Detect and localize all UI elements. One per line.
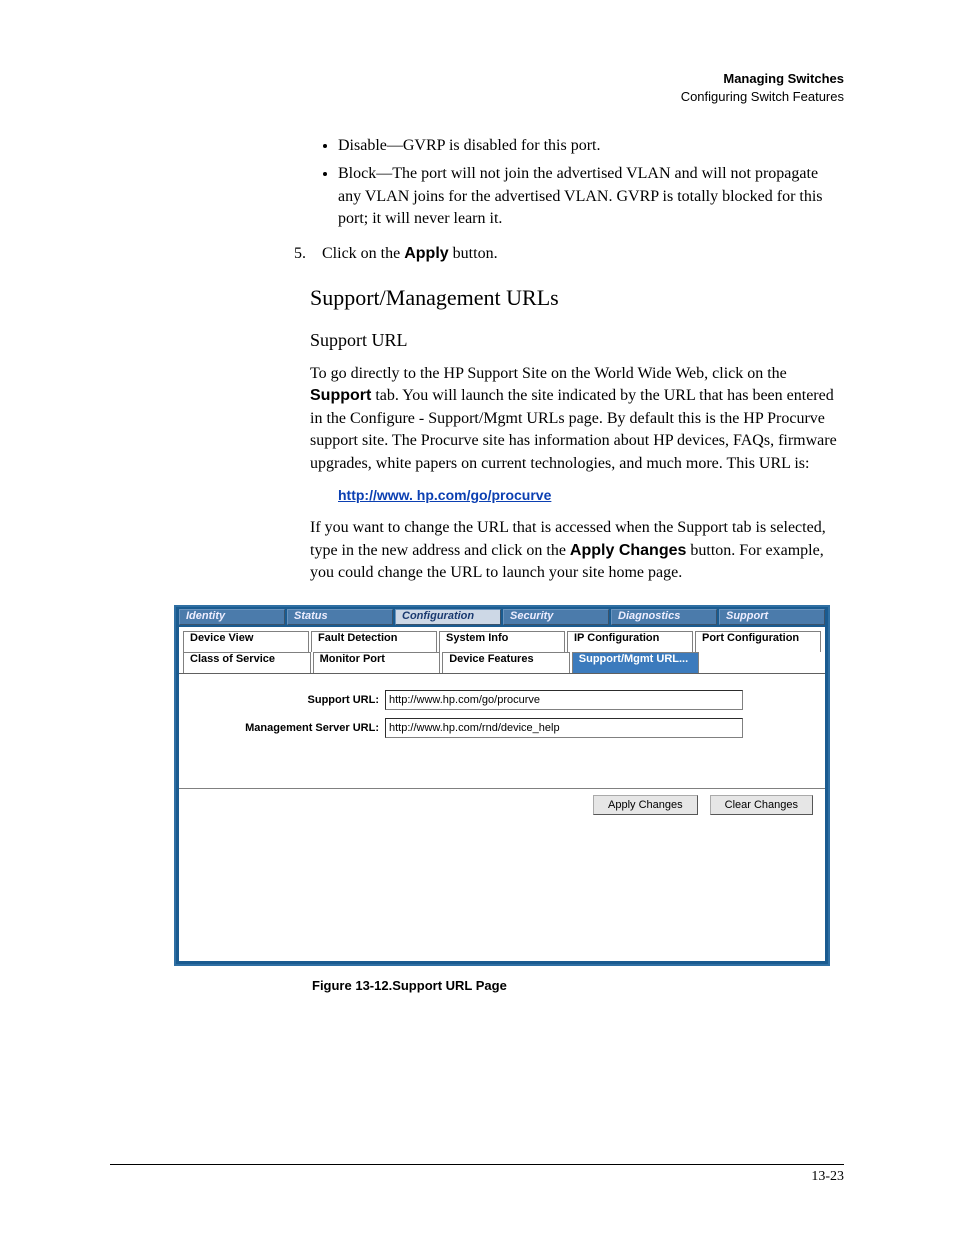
- button-row: Apply Changes Clear Changes: [179, 788, 825, 821]
- section-heading: Support/Management URLs: [310, 283, 844, 314]
- procurve-link[interactable]: http://www. hp.com/go/procurve: [338, 486, 551, 506]
- para-1: To go directly to the HP Support Site on…: [310, 363, 844, 475]
- header-subtitle: Configuring Switch Features: [110, 88, 844, 106]
- tab-support[interactable]: Support: [719, 609, 825, 625]
- subtab-monitor-port[interactable]: Monitor Port: [313, 652, 441, 673]
- step-5: 5. Click on the Apply button.: [294, 243, 844, 265]
- page-number: 13-23: [811, 1169, 844, 1184]
- subtab-row-2: Class of Service Monitor Port Device Fea…: [179, 652, 825, 673]
- tab-configuration[interactable]: Configuration: [395, 609, 501, 625]
- figure-caption: Figure 13-12.Support URL Page: [312, 978, 830, 993]
- figure-screenshot: Identity Status Configuration Security D…: [174, 605, 830, 993]
- main-tab-row: Identity Status Configuration Security D…: [176, 607, 828, 627]
- mgmt-url-label: Management Server URL:: [189, 722, 385, 734]
- tab-diagnostics[interactable]: Diagnostics: [611, 609, 717, 625]
- blank-area: [179, 821, 825, 961]
- tab-security[interactable]: Security: [503, 609, 609, 625]
- page-header: Managing Switches Configuring Switch Fea…: [110, 70, 844, 105]
- subtab-port-configuration[interactable]: Port Configuration: [695, 631, 821, 652]
- subtab-ip-configuration[interactable]: IP Configuration: [567, 631, 693, 652]
- clear-changes-button[interactable]: Clear Changes: [710, 795, 813, 815]
- subtab-system-info[interactable]: System Info: [439, 631, 565, 652]
- subtab-class-of-service[interactable]: Class of Service: [183, 652, 311, 673]
- tab-identity[interactable]: Identity: [179, 609, 285, 625]
- page-footer: 13-23: [110, 1164, 844, 1185]
- bullet-block: Block—The port will not join the adverti…: [338, 163, 844, 230]
- mgmt-url-input[interactable]: [385, 718, 743, 738]
- apply-changes-button[interactable]: Apply Changes: [593, 795, 698, 815]
- subtab-device-features[interactable]: Device Features: [442, 652, 570, 673]
- header-title: Managing Switches: [110, 70, 844, 88]
- support-url-label: Support URL:: [189, 694, 385, 706]
- subtab-row-1: Device View Fault Detection System Info …: [179, 627, 825, 652]
- subtab-support-mgmt-url[interactable]: Support/Mgmt URL...: [572, 652, 700, 673]
- support-url-input[interactable]: [385, 690, 743, 710]
- tab-status[interactable]: Status: [287, 609, 393, 625]
- bullet-disable: Disable—GVRP is disabled for this port.: [338, 135, 844, 157]
- body-content: Disable—GVRP is disabled for this port. …: [310, 135, 844, 584]
- form-area: Support URL: Management Server URL:: [179, 673, 825, 788]
- subsection-heading: Support URL: [310, 328, 844, 353]
- subtab-fault-detection[interactable]: Fault Detection: [311, 631, 437, 652]
- para-2: If you want to change the URL that is ac…: [310, 517, 844, 584]
- subtab-device-view[interactable]: Device View: [183, 631, 309, 652]
